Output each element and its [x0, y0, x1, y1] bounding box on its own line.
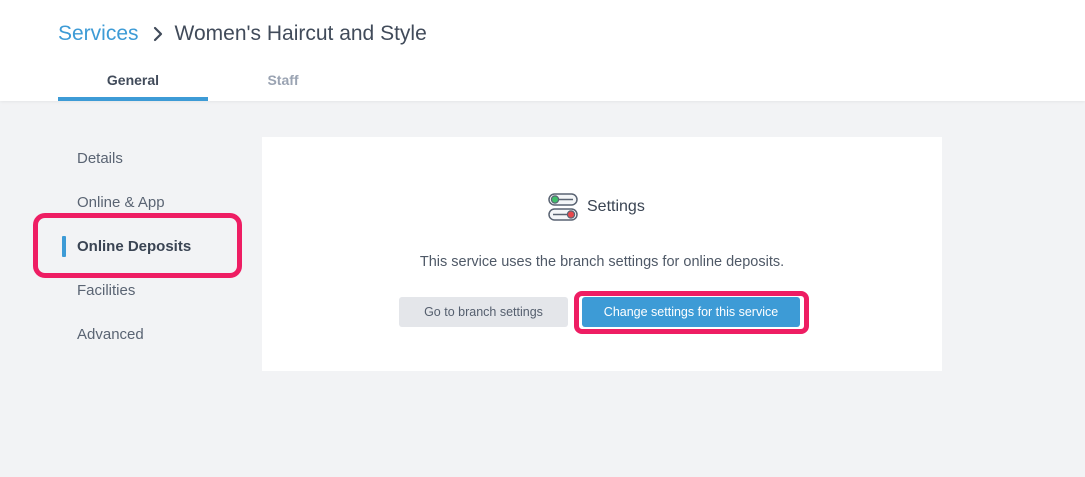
sidenav-item-online-deposits[interactable]: Online Deposits: [60, 224, 240, 268]
toggle-settings-icon: [547, 191, 579, 223]
sidenav-item-facilities[interactable]: Facilities: [60, 268, 240, 312]
chevron-right-icon: [149, 25, 167, 43]
change-service-settings-button[interactable]: Change settings for this service: [582, 297, 800, 327]
tab-bar: General Staff: [58, 64, 358, 101]
card-description: This service uses the branch settings fo…: [419, 254, 785, 270]
breadcrumb-services-link[interactable]: Services: [58, 20, 139, 48]
page-title: Women's Haircut and Style: [174, 22, 427, 45]
go-to-branch-settings-button[interactable]: Go to branch settings: [399, 297, 568, 327]
sidenav-item-details[interactable]: Details: [60, 136, 240, 180]
settings-sidenav: Details Online & App Online Deposits Fac…: [60, 136, 240, 356]
breadcrumb: Services Women's Haircut and Style: [58, 20, 427, 48]
sidenav-item-online-app[interactable]: Online & App: [60, 180, 240, 224]
tab-general[interactable]: General: [58, 64, 208, 101]
card-header: Settings: [547, 191, 645, 223]
sidenav-item-advanced[interactable]: Advanced: [60, 312, 240, 356]
card-title: Settings: [587, 198, 645, 215]
tab-staff[interactable]: Staff: [208, 64, 358, 101]
settings-card: Settings This service uses the branch se…: [262, 137, 942, 371]
page-header: Services Women's Haircut and Style Gener…: [0, 0, 1085, 101]
